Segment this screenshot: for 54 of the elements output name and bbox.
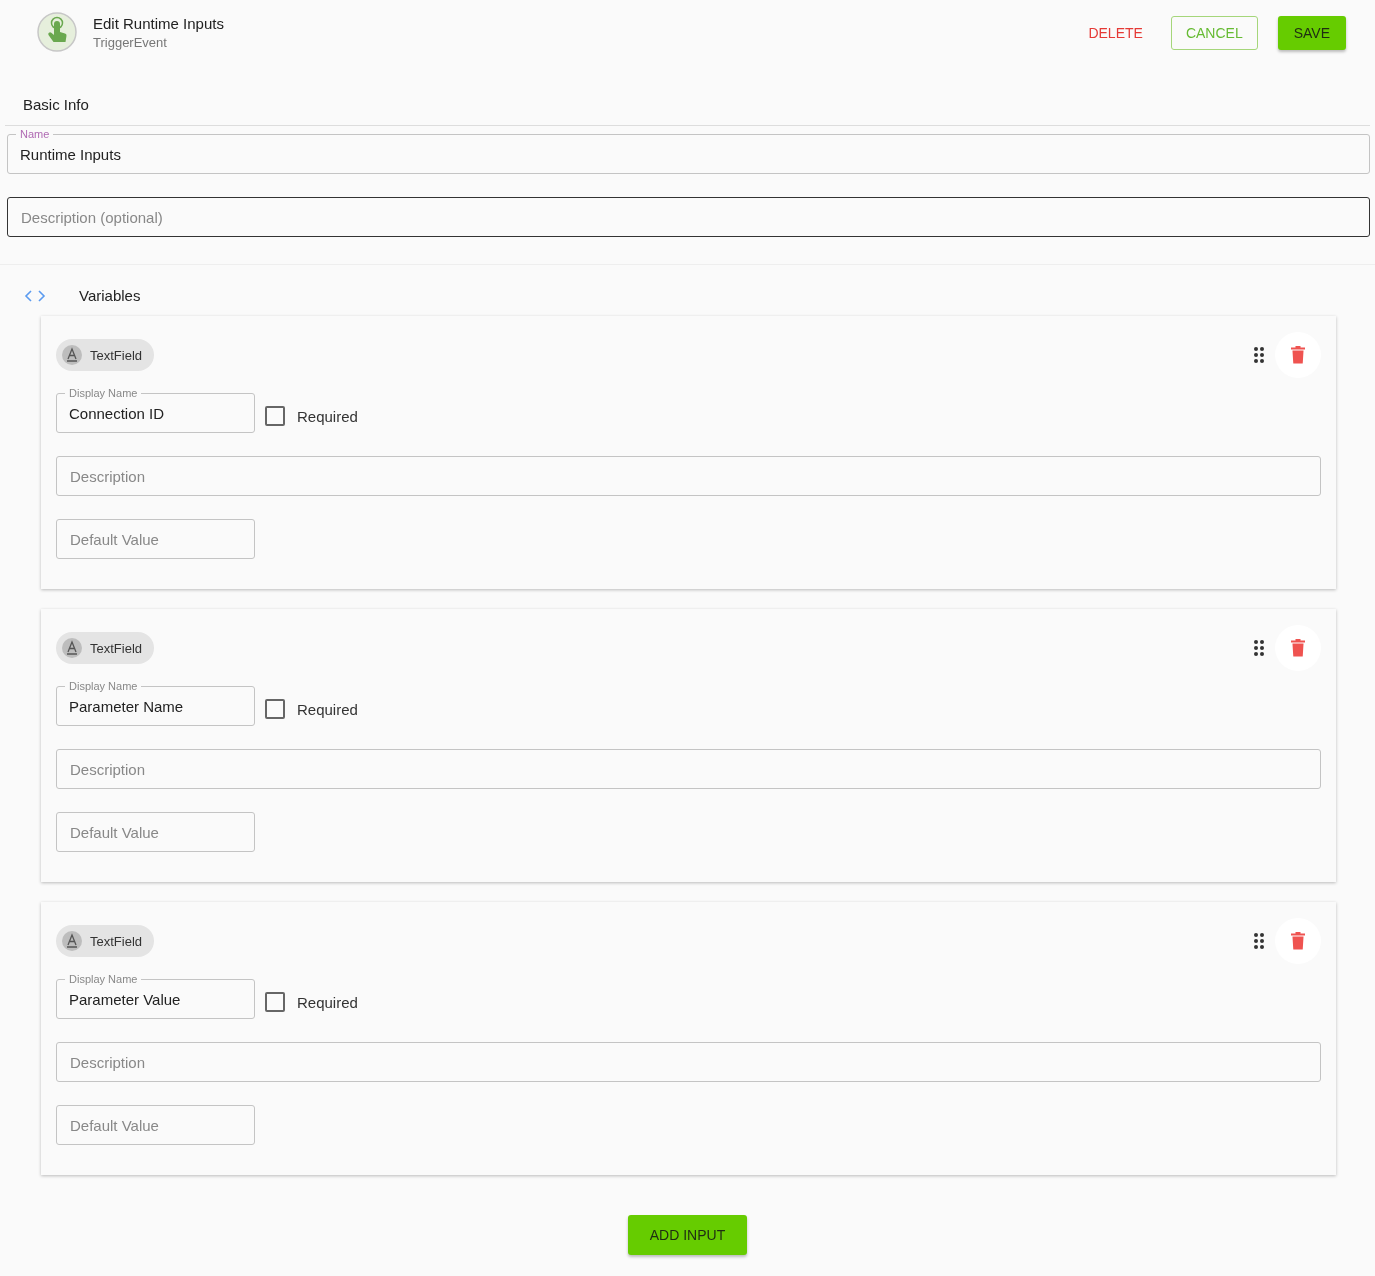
display-name-field[interactable]: Display Name Connection ID bbox=[56, 386, 255, 433]
field-placeholder: Default Value bbox=[70, 530, 159, 548]
text-format-icon bbox=[62, 638, 82, 658]
field-placeholder: Description bbox=[70, 467, 146, 485]
default-value-field[interactable]: Default Value bbox=[56, 1105, 255, 1145]
checkbox-label: Required bbox=[297, 407, 358, 425]
code-icon bbox=[24, 288, 46, 303]
cancel-button[interactable]: CANCEL bbox=[1170, 16, 1258, 50]
field-value: Runtime Inputs bbox=[20, 145, 121, 163]
default-value-field[interactable]: Default Value bbox=[56, 812, 255, 852]
text-format-icon bbox=[62, 931, 82, 951]
field-placeholder: Default Value bbox=[70, 823, 159, 841]
field-placeholder: Description bbox=[70, 1053, 146, 1071]
drag-handle-icon[interactable] bbox=[1253, 347, 1265, 363]
field-placeholder: Default Value bbox=[70, 1116, 159, 1134]
type-chip: TextField bbox=[56, 632, 155, 664]
description-field[interactable]: Description bbox=[56, 1042, 1321, 1082]
page-title: Edit Runtime Inputs bbox=[93, 15, 224, 32]
display-name-field[interactable]: Display Name Parameter Name bbox=[56, 679, 255, 726]
field-placeholder: Description (optional) bbox=[21, 208, 163, 226]
field-placeholder: Description bbox=[70, 760, 146, 778]
field-label: Name bbox=[16, 128, 54, 140]
section-heading: Variables bbox=[79, 287, 141, 304]
text-format-icon bbox=[62, 345, 82, 365]
display-name-field[interactable]: Display Name Parameter Value bbox=[56, 972, 255, 1019]
checkbox-label: Required bbox=[297, 993, 358, 1011]
trash-icon bbox=[1291, 639, 1305, 657]
page-subtitle: TriggerEvent bbox=[93, 35, 168, 50]
field-label: Display Name bbox=[65, 387, 142, 399]
default-value-field[interactable]: Default Value bbox=[56, 519, 255, 559]
save-button[interactable]: SAVE bbox=[1277, 16, 1346, 50]
checkbox-label: Required bbox=[297, 700, 358, 718]
field-value: Parameter Value bbox=[69, 990, 181, 1008]
type-chip: TextField bbox=[56, 925, 155, 957]
add-input-button[interactable]: ADD INPUT bbox=[627, 1215, 748, 1255]
trash-icon bbox=[1291, 346, 1305, 364]
name-field[interactable]: Name Runtime Inputs bbox=[7, 127, 1370, 174]
required-checkbox[interactable] bbox=[265, 992, 285, 1012]
description-field[interactable]: Description bbox=[56, 749, 1321, 789]
description-field[interactable]: Description (optional) bbox=[7, 197, 1370, 237]
description-field[interactable]: Description bbox=[56, 456, 1321, 496]
drag-handle-icon[interactable] bbox=[1253, 933, 1265, 949]
required-checkbox[interactable] bbox=[265, 406, 285, 426]
field-label: Display Name bbox=[65, 973, 142, 985]
section-heading: Basic Info bbox=[22, 95, 90, 115]
delete-button[interactable]: DELETE bbox=[1080, 17, 1151, 49]
touch-icon bbox=[37, 12, 77, 52]
field-value: Connection ID bbox=[69, 404, 165, 422]
drag-handle-icon[interactable] bbox=[1253, 640, 1265, 656]
type-chip: TextField bbox=[56, 339, 155, 371]
field-value: Parameter Name bbox=[69, 697, 184, 715]
trash-icon bbox=[1291, 932, 1305, 950]
field-label: Display Name bbox=[65, 680, 142, 692]
required-checkbox[interactable] bbox=[265, 699, 285, 719]
